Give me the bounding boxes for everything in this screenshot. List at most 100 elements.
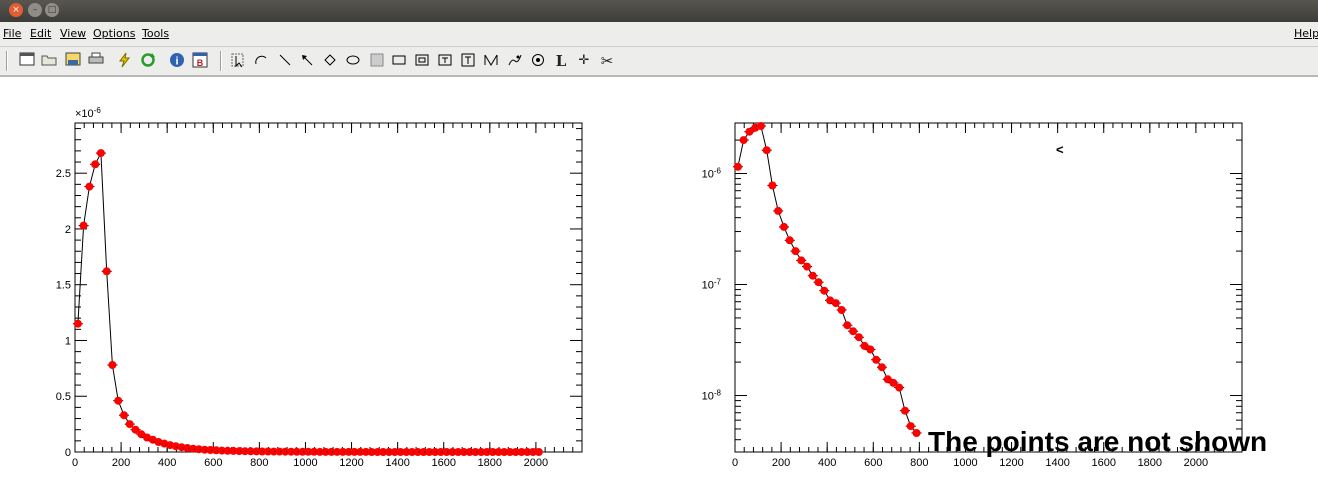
menu-tools[interactable]: Tools [142, 27, 169, 40]
data-point [791, 247, 800, 256]
x-tick-label: 1400 [1045, 457, 1069, 469]
data-point [849, 327, 858, 336]
lightning-icon[interactable] [115, 52, 133, 70]
data-point [866, 345, 875, 354]
x-tick-label: 2000 [524, 457, 548, 469]
x-tick-label: 1600 [1091, 457, 1115, 469]
data-point [108, 361, 117, 369]
data-point [774, 206, 783, 215]
menu-file[interactable]: File [3, 27, 21, 40]
print-icon[interactable] [87, 52, 105, 70]
data-point [854, 333, 863, 342]
data-point [79, 221, 88, 230]
line-icon[interactable] [276, 52, 294, 70]
latex-icon[interactable]: L [552, 52, 570, 70]
data-point [534, 448, 543, 456]
x-tick-label: 600 [864, 457, 882, 469]
y-tick-label: 2.5 [56, 168, 71, 180]
toolbar-separator [220, 51, 221, 71]
data-point [803, 262, 811, 271]
pave-icon[interactable] [390, 52, 408, 70]
marker-icon[interactable] [529, 52, 547, 70]
data-point [912, 429, 921, 437]
menu-help[interactable]: Help [1294, 27, 1318, 40]
pave-label-icon[interactable] [413, 52, 431, 70]
data-point [125, 420, 134, 429]
browser-icon[interactable]: B [191, 52, 209, 70]
canvas-drawing: 0 200 400 600 800 1000 1200 1400 1600 1800 200000.… [56, 106, 1267, 469]
chart-frame-right [734, 122, 1243, 453]
data-point [785, 236, 794, 245]
arrow-icon[interactable] [298, 52, 316, 70]
x-tick-label: 200 [112, 457, 130, 469]
data-point [808, 271, 817, 280]
x-tick-label: 600 [204, 457, 222, 469]
ellipse-icon[interactable] [344, 52, 362, 70]
x-tick-label: 800 [910, 457, 928, 469]
maximize-window-button[interactable]: □ [45, 3, 59, 17]
root-canvas[interactable]: 0 200 400 600 800 1000 1200 1400 1600 1800 2000 0 0.… [0, 77, 1318, 498]
data-point [820, 286, 829, 295]
x-tick-label: 1600 [431, 457, 455, 469]
menu-bar: File Edit View Options Tools Help [0, 22, 1318, 47]
svg-text:B: B [197, 58, 204, 68]
x-tick-label: 400 [158, 457, 176, 469]
data-point [843, 321, 852, 330]
pad-icon[interactable] [368, 52, 386, 70]
graph-icon[interactable] [482, 52, 500, 70]
diamond-icon[interactable] [321, 52, 339, 70]
linear-histogram-chart[interactable]: 0 200 400 600 800 1000 1200 1400 1600 1800 2000 0 0.… [56, 106, 583, 469]
log-histogram-chart[interactable]: 0 200 400 600 800 1000 1200 1400 1600 1800 2000 10-… [702, 122, 1243, 469]
chart-frame-left [74, 122, 583, 453]
x-tick-label: 2000 [1184, 457, 1208, 469]
y-tick-label: 0 [65, 447, 71, 459]
data-point [895, 383, 904, 392]
minimize-window-button[interactable]: – [28, 3, 42, 17]
open-folder-icon[interactable] [40, 52, 58, 70]
note-text: The points are not shown [928, 426, 1267, 457]
window-titlebar: × – □ [0, 0, 1318, 22]
data-point [96, 149, 105, 158]
x-tick-label: 0 [732, 457, 738, 469]
x-tick-label: 1200 [999, 457, 1023, 469]
y-tick-label: 10-7 [702, 278, 722, 292]
data-point [797, 256, 806, 265]
data-point [814, 278, 823, 287]
data-point [768, 181, 777, 190]
menu-options[interactable]: Options [93, 27, 135, 40]
cross-marker-icon[interactable]: ✛ [575, 52, 593, 70]
data-point [73, 319, 82, 328]
menu-edit[interactable]: Edit [30, 27, 51, 40]
data-point [85, 182, 94, 191]
data-point [877, 363, 886, 372]
data-point [756, 122, 765, 130]
data-point [762, 146, 771, 155]
new-canvas-icon[interactable] [18, 52, 36, 70]
curly-line-icon[interactable] [506, 52, 524, 70]
x-tick-label: 1200 [339, 457, 363, 469]
y-tick-label: 10-8 [702, 389, 722, 403]
x-tick-label: 1000 [953, 457, 977, 469]
toolbar-separator [6, 51, 7, 71]
data-point [831, 299, 840, 308]
info-icon[interactable]: i [168, 52, 186, 70]
pave-text-icon[interactable] [436, 52, 454, 70]
data-point [872, 355, 881, 364]
refresh-icon[interactable] [139, 52, 157, 70]
data-point [739, 136, 748, 145]
close-window-button[interactable]: × [9, 3, 23, 17]
menu-view[interactable]: View [60, 27, 86, 40]
data-point [780, 222, 788, 231]
toolbar: i B L ✛ ✂ [0, 47, 1318, 77]
cut-icon[interactable]: ✂ [598, 52, 616, 70]
save-icon[interactable] [64, 52, 82, 70]
data-point [733, 162, 742, 171]
pave-box-text-icon[interactable] [459, 52, 477, 70]
data-point [901, 406, 909, 415]
y-tick-label: 10-6 [702, 166, 722, 180]
x-tick-label: 1800 [1138, 457, 1162, 469]
pointer-icon[interactable] [229, 52, 247, 70]
arc-icon[interactable] [252, 52, 270, 70]
x-tick-label: 200 [772, 457, 790, 469]
data-point [114, 396, 123, 405]
